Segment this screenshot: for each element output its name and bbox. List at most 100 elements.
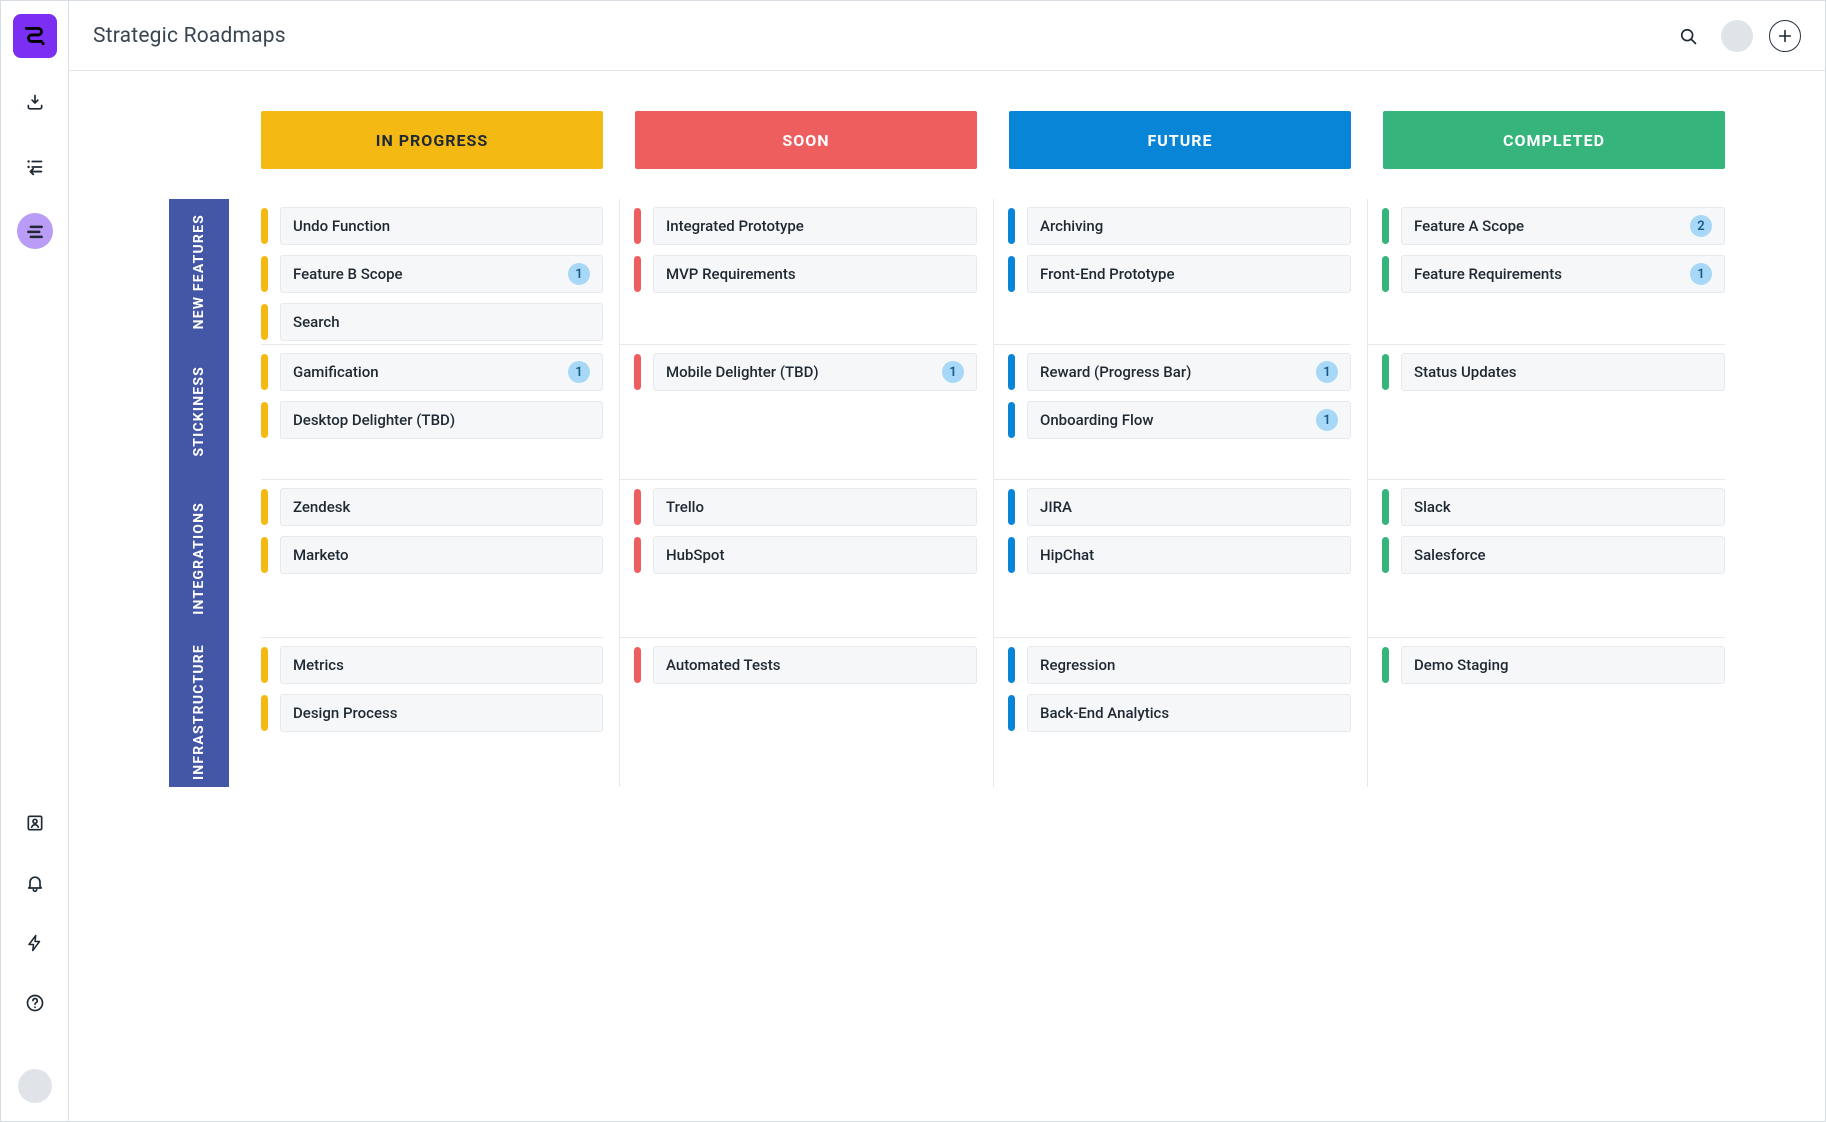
sidebar-avatar[interactable]	[18, 1069, 52, 1103]
card-stripe	[1008, 695, 1015, 731]
card-title: Integrated Prototype	[666, 217, 964, 235]
roadmap-card: HipChat	[1008, 536, 1351, 574]
card-badge: 1	[568, 263, 590, 285]
roadmap-board: IN PROGRESS SOON FUTURE COMPLETED NEW FEATUR…	[69, 71, 1825, 827]
card-body[interactable]: Feature Requirements1	[1401, 255, 1725, 293]
card-body[interactable]: Marketo	[280, 536, 603, 574]
board-rows-icon	[25, 221, 45, 241]
card-body[interactable]: Feature B Scope1	[280, 255, 603, 293]
card-body[interactable]: Regression	[1027, 646, 1351, 684]
card-body[interactable]: Status Updates	[1401, 353, 1725, 391]
card-body[interactable]: Front-End Prototype	[1027, 255, 1351, 293]
card-badge: 1	[1316, 361, 1338, 383]
card-body[interactable]: HubSpot	[653, 536, 977, 574]
cell-infrastructure-in-progress: Metrics Design Process	[261, 637, 603, 787]
swimlane-infrastructure[interactable]: INFRASTRUCTURE	[169, 637, 229, 787]
column-header-in-progress[interactable]: IN PROGRESS	[261, 111, 603, 169]
roadmap-card: Status Updates	[1382, 353, 1725, 391]
card-stripe	[634, 208, 641, 244]
card-body[interactable]: Reward (Progress Bar)1	[1027, 353, 1351, 391]
cell-integrations-completed: Slack Salesforce	[1367, 479, 1725, 637]
cell-stickiness-completed: Status Updates	[1367, 344, 1725, 479]
card-stripe	[1382, 647, 1389, 683]
card-body[interactable]: Mobile Delighter (TBD)1	[653, 353, 977, 391]
roadmap-card: Reward (Progress Bar)1	[1008, 353, 1351, 391]
card-title: Front-End Prototype	[1040, 265, 1338, 283]
card-stripe	[1382, 354, 1389, 390]
roadmap-card: Back-End Analytics	[1008, 694, 1351, 732]
card-body[interactable]: JIRA	[1027, 488, 1351, 526]
swimlane-stickiness[interactable]: STICKINESS	[169, 344, 229, 479]
add-button[interactable]	[1769, 20, 1801, 52]
swimlane-new-features[interactable]: NEW FEATURES	[169, 199, 229, 344]
card-body[interactable]: MVP Requirements	[653, 255, 977, 293]
swimlane-integrations[interactable]: INTEGRATIONS	[169, 479, 229, 637]
column-header-completed[interactable]: COMPLETED	[1383, 111, 1725, 169]
roadmap-card: Metrics	[261, 646, 603, 684]
card-body[interactable]: Design Process	[280, 694, 603, 732]
card-body[interactable]: Metrics	[280, 646, 603, 684]
roadmap-card: Feature Requirements1	[1382, 255, 1725, 293]
roadmap-card: Front-End Prototype	[1008, 255, 1351, 293]
card-title: Slack	[1414, 498, 1712, 516]
topbar-avatar[interactable]	[1721, 20, 1753, 52]
card-body[interactable]: Integrated Prototype	[653, 207, 977, 245]
nav-import[interactable]	[17, 85, 53, 121]
roadmap-card: MVP Requirements	[634, 255, 977, 293]
card-body[interactable]: Onboarding Flow1	[1027, 401, 1351, 439]
nav-notifications[interactable]	[17, 865, 53, 901]
cell-integrations-soon: Trello HubSpot	[619, 479, 977, 637]
card-body[interactable]: Undo Function	[280, 207, 603, 245]
download-tray-icon	[25, 93, 45, 113]
swimlane-label: STICKINESS	[191, 366, 207, 457]
card-body[interactable]: Salesforce	[1401, 536, 1725, 574]
card-title: Feature B Scope	[293, 265, 568, 283]
card-body[interactable]: Desktop Delighter (TBD)	[280, 401, 603, 439]
card-body[interactable]: Zendesk	[280, 488, 603, 526]
roadmap-card: Onboarding Flow1	[1008, 401, 1351, 439]
nav-board[interactable]	[17, 213, 53, 249]
nav-activity[interactable]	[17, 925, 53, 961]
list-arrow-icon	[24, 156, 46, 178]
roadmap-card: Trello	[634, 488, 977, 526]
card-body[interactable]: Feature A Scope2	[1401, 207, 1725, 245]
card-title: Reward (Progress Bar)	[1040, 363, 1316, 381]
nav-contacts[interactable]	[17, 805, 53, 841]
app-logo[interactable]	[13, 14, 57, 58]
card-body[interactable]: Search	[280, 303, 603, 341]
roadmap-card: Marketo	[261, 536, 603, 574]
card-badge: 1	[568, 361, 590, 383]
card-stripe	[261, 354, 268, 390]
card-body[interactable]: Gamification1	[280, 353, 603, 391]
sidebar-nav-bottom	[17, 805, 53, 1103]
card-title: Metrics	[293, 656, 590, 674]
card-stripe	[1008, 537, 1015, 573]
roadmap-card: Mobile Delighter (TBD)1	[634, 353, 977, 391]
card-title: Design Process	[293, 704, 590, 722]
card-body[interactable]: Demo Staging	[1401, 646, 1725, 684]
cell-integrations-future: JIRA HipChat	[993, 479, 1351, 637]
nav-help[interactable]	[17, 985, 53, 1021]
search-button[interactable]	[1671, 19, 1705, 53]
nav-list[interactable]	[17, 149, 53, 185]
card-stripe	[634, 489, 641, 525]
card-body[interactable]: Trello	[653, 488, 977, 526]
bell-icon	[25, 873, 45, 893]
card-body[interactable]: Back-End Analytics	[1027, 694, 1351, 732]
card-body[interactable]: Archiving	[1027, 207, 1351, 245]
roadmap-card: Automated Tests	[634, 646, 977, 684]
cell-new-features-soon: Integrated Prototype MVP Requirements	[619, 199, 977, 344]
roadmap-card: HubSpot	[634, 536, 977, 574]
card-title: Onboarding Flow	[1040, 411, 1316, 429]
card-title: Feature A Scope	[1414, 217, 1690, 235]
card-body[interactable]: Slack	[1401, 488, 1725, 526]
column-header-soon[interactable]: SOON	[635, 111, 977, 169]
topbar: Strategic Roadmaps	[69, 1, 1825, 71]
column-header-future[interactable]: FUTURE	[1009, 111, 1351, 169]
card-body[interactable]: Automated Tests	[653, 646, 977, 684]
card-title: Regression	[1040, 656, 1338, 674]
card-body[interactable]: HipChat	[1027, 536, 1351, 574]
roadmap-card: Desktop Delighter (TBD)	[261, 401, 603, 439]
card-stripe	[634, 256, 641, 292]
card-stripe	[261, 647, 268, 683]
